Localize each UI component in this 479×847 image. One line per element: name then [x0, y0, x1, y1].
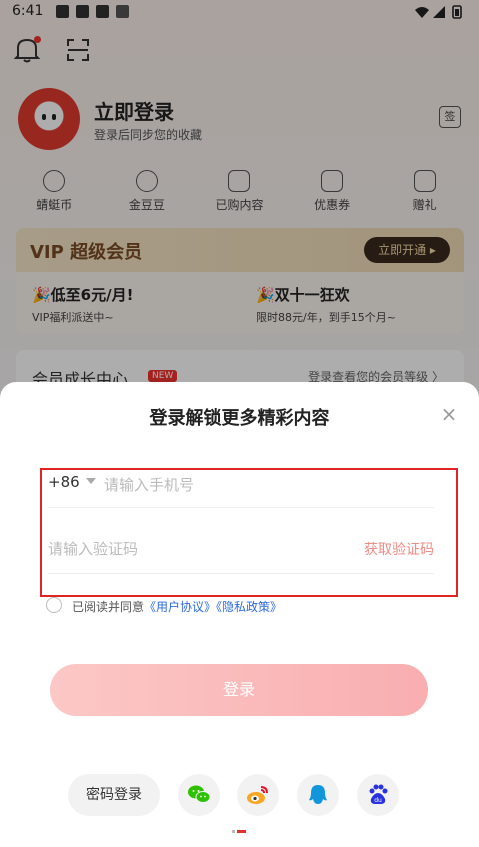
qq-login-button[interactable]: [297, 774, 339, 816]
login-button[interactable]: 登录: [50, 664, 428, 716]
weibo-icon: [247, 786, 268, 804]
baidu-icon: du: [369, 784, 388, 804]
agreement-text: 已阅读并同意《用户协议》《隐私政策》: [72, 598, 282, 615]
login-sheet: 登录解锁更多精彩内容 × +86 获取验证码 已阅读并同意《用户协议》《隐私政策…: [0, 382, 479, 847]
password-login-button[interactable]: 密码登录: [68, 774, 160, 816]
page-indicator: [232, 830, 246, 833]
agreement-checkbox[interactable]: [46, 597, 62, 613]
user-agreement-link[interactable]: 《用户协议》: [144, 600, 216, 614]
privacy-policy-link[interactable]: 《隐私政策》: [216, 600, 282, 614]
agreement-prefix: 已阅读并同意: [72, 600, 145, 614]
baidu-login-button[interactable]: du: [357, 774, 399, 816]
qq-icon: [309, 785, 327, 804]
highlight-box: [40, 468, 458, 597]
wechat-login-button[interactable]: [178, 774, 220, 816]
svg-text:du: du: [374, 797, 382, 804]
weibo-login-button[interactable]: [237, 774, 279, 816]
close-button[interactable]: ×: [437, 402, 461, 426]
sheet-title: 登录解锁更多精彩内容: [149, 408, 330, 429]
wechat-icon: [188, 785, 211, 803]
